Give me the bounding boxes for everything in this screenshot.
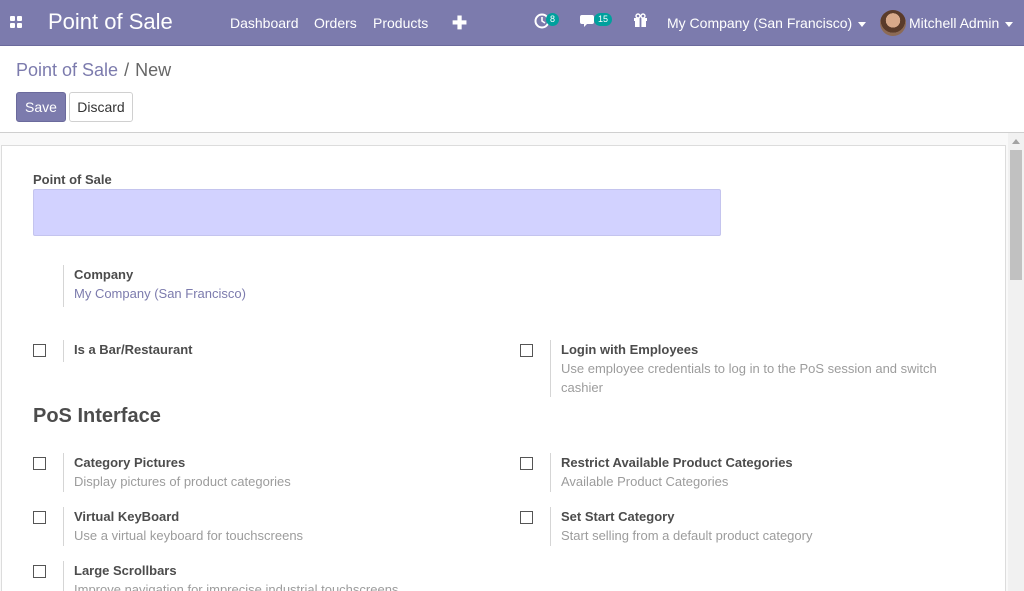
gift-icon[interactable] xyxy=(633,13,648,33)
large-scrollbars-checkbox[interactable] xyxy=(33,565,46,578)
top-navbar: Point of Sale Dashboard Orders Products … xyxy=(0,0,1024,46)
scroll-thumb[interactable] xyxy=(1010,150,1022,280)
apps-icon[interactable] xyxy=(10,16,22,28)
start-category-checkbox[interactable] xyxy=(520,511,533,524)
large-scrollbars-label: Large Scrollbars xyxy=(74,563,177,578)
pos-name-label: Point of Sale xyxy=(33,172,112,187)
breadcrumb-separator: / xyxy=(124,60,130,80)
pos-name-input[interactable] xyxy=(33,189,721,236)
category-pictures-desc: Display pictures of product categories xyxy=(74,474,291,489)
chevron-down-icon xyxy=(1005,21,1014,27)
breadcrumb-parent[interactable]: Point of Sale xyxy=(16,60,118,80)
setting-divider xyxy=(550,507,551,546)
setting-divider xyxy=(550,453,551,492)
scroll-up-arrow-icon[interactable] xyxy=(1012,139,1020,144)
restrict-categories-label: Restrict Available Product Categories xyxy=(561,455,793,470)
menu-orders[interactable]: Orders xyxy=(314,15,357,31)
breadcrumb: Point of Sale / New xyxy=(16,60,171,81)
company-switcher-label: My Company (San Francisco) xyxy=(667,15,853,31)
restrict-categories-desc: Available Product Categories xyxy=(561,474,729,489)
avatar[interactable] xyxy=(880,10,906,36)
user-name-label: Mitchell Admin xyxy=(909,15,1000,31)
menu-products[interactable]: Products xyxy=(373,15,428,31)
discard-button[interactable]: Discard xyxy=(69,92,133,122)
setting-divider xyxy=(63,340,64,362)
company-switcher[interactable]: My Company (San Francisco) xyxy=(667,15,867,31)
virtual-keyboard-label: Virtual KeyBoard xyxy=(74,509,180,524)
virtual-keyboard-checkbox[interactable] xyxy=(33,511,46,524)
pos-interface-heading: PoS Interface xyxy=(33,405,161,427)
setting-divider xyxy=(63,265,64,307)
category-pictures-checkbox[interactable] xyxy=(33,457,46,470)
bar-restaurant-label: Is a Bar/Restaurant xyxy=(74,342,193,357)
user-menu[interactable]: Mitchell Admin xyxy=(909,15,1014,31)
login-employees-checkbox[interactable] xyxy=(520,344,533,357)
setting-divider xyxy=(63,453,64,492)
bar-restaurant-checkbox[interactable] xyxy=(33,344,46,357)
plus-icon[interactable]: ✚ xyxy=(452,13,467,34)
category-pictures-label: Category Pictures xyxy=(74,455,186,470)
restrict-categories-checkbox[interactable] xyxy=(520,457,533,470)
breadcrumb-current: New xyxy=(135,60,172,80)
start-category-label: Set Start Category xyxy=(561,509,675,524)
virtual-keyboard-desc: Use a virtual keyboard for touchscreens xyxy=(74,528,304,543)
activity-badge: 8 xyxy=(546,13,560,26)
setting-divider xyxy=(63,561,64,591)
save-button[interactable]: Save xyxy=(16,92,66,122)
message-badge: 15 xyxy=(594,13,613,26)
chevron-down-icon xyxy=(858,21,867,27)
app-brand[interactable]: Point of Sale xyxy=(48,9,173,35)
large-scrollbars-desc: Improve navigation for imprecise industr… xyxy=(74,582,399,591)
login-employees-label: Login with Employees xyxy=(561,342,699,357)
start-category-desc: Start selling from a default product cat… xyxy=(561,528,813,543)
company-label: Company xyxy=(74,267,134,282)
setting-divider xyxy=(550,340,551,397)
company-value[interactable]: My Company (San Francisco) xyxy=(74,286,246,301)
menu-dashboard[interactable]: Dashboard xyxy=(230,15,299,31)
login-employees-desc: Use employee credentials to log in to th… xyxy=(561,361,937,395)
setting-divider xyxy=(63,507,64,546)
